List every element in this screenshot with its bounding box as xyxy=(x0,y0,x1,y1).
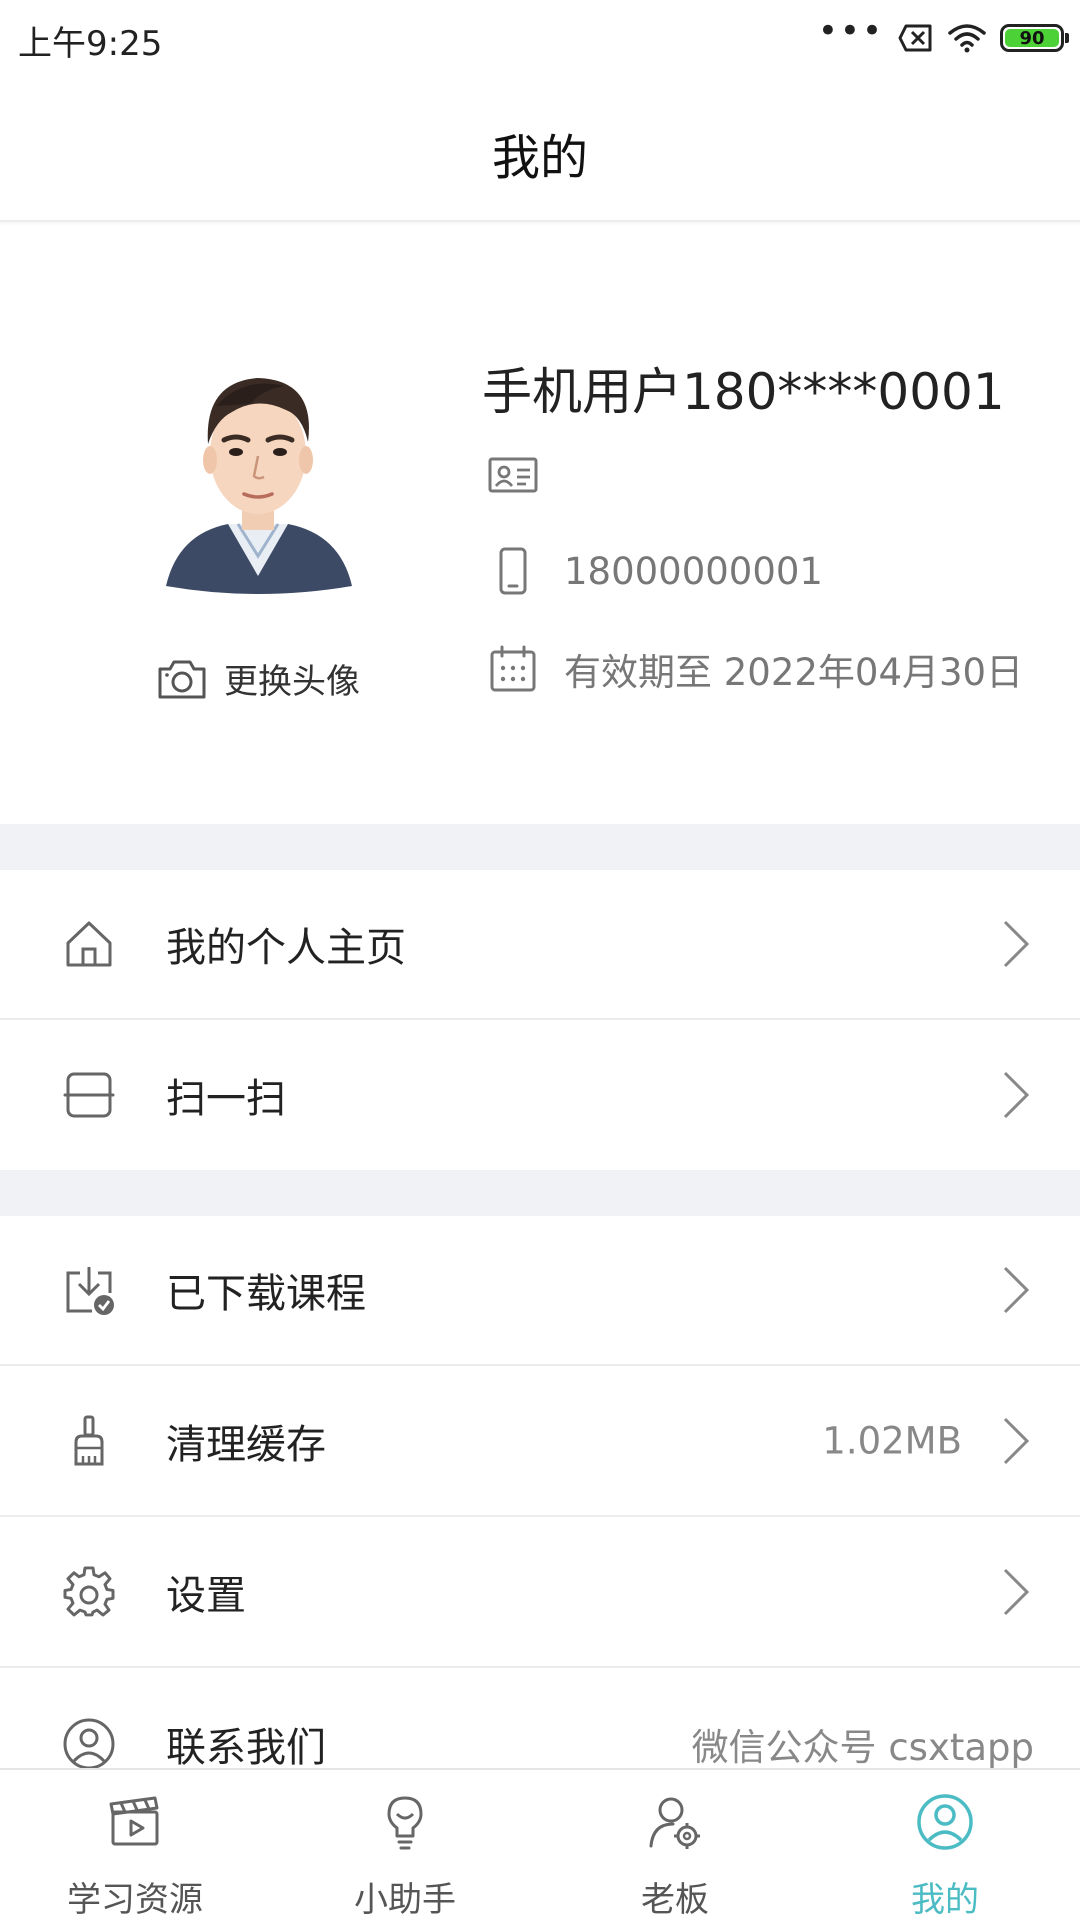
menu-label-settings: 设置 xyxy=(166,1573,246,1619)
section-divider xyxy=(0,1170,1080,1216)
nav-tab-boss[interactable]: 老板 xyxy=(540,1770,810,1920)
chevron-right-icon xyxy=(1003,1266,1030,1314)
calendar-icon xyxy=(490,645,536,692)
validity-date: 有效期至 2022年04月30日 xyxy=(564,651,1024,694)
status-icons: ••• 90 xyxy=(818,14,1069,58)
nav-tab-mine[interactable]: 我的 xyxy=(810,1770,1080,1920)
user-gear-icon xyxy=(649,1797,700,1849)
chevron-right-icon xyxy=(1003,1568,1030,1616)
status-time: 上午9:25 xyxy=(18,24,163,64)
gear-icon xyxy=(63,1566,115,1617)
bottom-nav: 学习资源 小助手 老板 我的 xyxy=(0,1768,1080,1920)
wechat-account: 微信公众号 csxtapp xyxy=(691,1726,1034,1769)
menu-label-homepage: 我的个人主页 xyxy=(166,925,406,971)
menu-item-downloads[interactable]: 已下载课程 xyxy=(0,1216,1080,1366)
lightbulb-icon xyxy=(387,1796,423,1850)
sim-off-icon xyxy=(898,24,932,52)
app-header: 我的 xyxy=(0,76,1080,222)
change-avatar-button[interactable]: 更换头像 xyxy=(156,654,360,703)
home-icon xyxy=(66,921,112,967)
wifi-icon xyxy=(948,24,986,53)
status-bar: 上午9:25 ••• 90 xyxy=(0,0,1080,76)
id-card-icon xyxy=(488,457,538,493)
menu-item-settings[interactable]: 设置 xyxy=(0,1518,1080,1668)
more-dots-icon: ••• xyxy=(817,11,884,51)
profile-card: 更换头像 手机用户180****0001 18000000001 有效期至 20… xyxy=(0,224,1080,824)
cache-size: 1.02MB xyxy=(822,1419,962,1463)
camera-icon xyxy=(158,660,206,698)
change-avatar-label: 更换头像 xyxy=(224,662,360,702)
validity-row: 有效期至 2022年04月30日 xyxy=(488,642,1023,696)
nav-tab-assistant[interactable]: 小助手 xyxy=(270,1770,540,1920)
phone-row: 18000000001 xyxy=(488,546,823,596)
menu-label-clear-cache: 清理缓存 xyxy=(166,1422,326,1468)
menu-item-scan[interactable]: 扫一扫 xyxy=(0,1020,1080,1170)
nav-tab-learning-resources[interactable]: 学习资源 xyxy=(0,1770,270,1920)
user-circle-icon xyxy=(63,1718,115,1770)
section-divider xyxy=(0,824,1080,870)
chevron-right-icon xyxy=(1003,1417,1030,1465)
menu-item-clear-cache[interactable]: 清理缓存 1.02MB xyxy=(0,1367,1080,1517)
menu-label-contact: 联系我们 xyxy=(166,1725,326,1771)
nav-label: 我的 xyxy=(911,1880,979,1920)
user-name: 手机用户180****0001 xyxy=(482,363,1005,421)
download-check-icon xyxy=(66,1267,114,1315)
user-circle-icon xyxy=(917,1794,973,1850)
menu-item-homepage[interactable]: 我的个人主页 xyxy=(0,870,1080,1020)
nav-label: 学习资源 xyxy=(67,1880,203,1920)
clapperboard-icon xyxy=(109,1796,159,1846)
battery-level: 90 xyxy=(1005,28,1059,49)
nav-label: 小助手 xyxy=(354,1880,456,1920)
scan-icon xyxy=(63,1072,115,1118)
phone-icon xyxy=(499,547,527,595)
chevron-right-icon xyxy=(1003,920,1030,968)
id-card-row xyxy=(488,456,538,494)
brush-icon xyxy=(74,1415,104,1466)
menu-label-scan: 扫一扫 xyxy=(166,1076,286,1122)
chevron-right-icon xyxy=(1003,1071,1030,1119)
nav-label: 老板 xyxy=(641,1880,709,1920)
page-title: 我的 xyxy=(491,130,588,186)
battery-icon: 90 xyxy=(1000,24,1069,52)
avatar[interactable] xyxy=(158,356,358,596)
menu-label-downloads: 已下载课程 xyxy=(166,1271,366,1317)
phone-number: 18000000001 xyxy=(564,549,823,593)
